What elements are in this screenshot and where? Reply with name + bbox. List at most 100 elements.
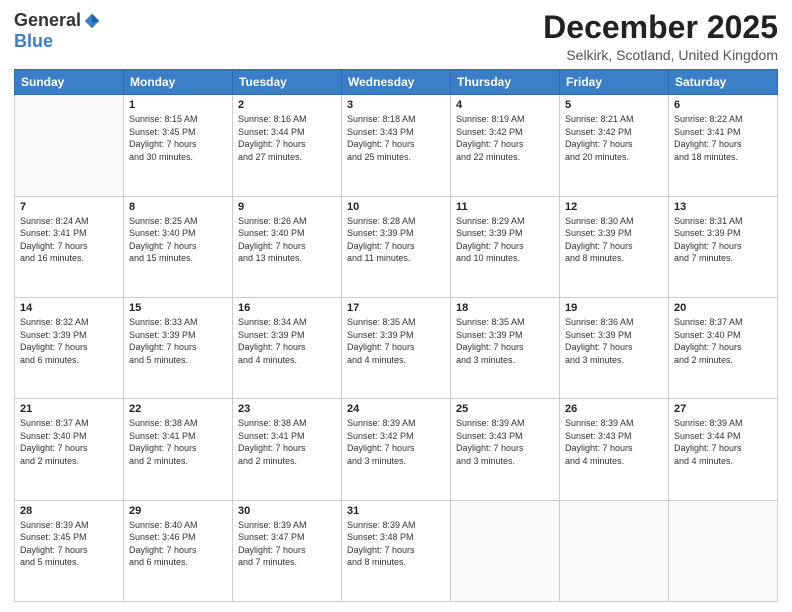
day-cell: 13 Sunrise: 8:31 AMSunset: 3:39 PMDayligh… [669,196,778,297]
day-cell: 12 Sunrise: 8:30 AMSunset: 3:39 PMDayligh… [560,196,669,297]
header-friday: Friday [560,70,669,95]
day-cell: 7 Sunrise: 8:24 AMSunset: 3:41 PMDaylight… [15,196,124,297]
day-number: 5 [565,99,663,111]
day-cell: 8 Sunrise: 8:25 AMSunset: 3:40 PMDaylight… [124,196,233,297]
day-info: Sunrise: 8:34 AMSunset: 3:39 PMDaylight:… [238,316,336,366]
day-cell: 26 Sunrise: 8:39 AMSunset: 3:43 PMDayligh… [560,399,669,500]
day-cell: 23Sunrise: 8:38 AMSunset: 3:41 PMDayligh… [233,399,342,500]
day-cell: 9Sunrise: 8:26 AMSunset: 3:40 PMDaylight… [233,196,342,297]
day-cell: 1 Sunrise: 8:15 AMSunset: 3:45 PMDaylight… [124,95,233,196]
day-cell: 30Sunrise: 8:39 AMSunset: 3:47 PMDayligh… [233,500,342,601]
day-number: 16 [238,302,336,314]
day-cell: 31 Sunrise: 8:39 AMSunset: 3:48 PMDayligh… [342,500,451,601]
day-number: 25 [456,403,554,415]
day-info: Sunrise: 8:39 AMSunset: 3:48 PMDaylight:… [347,519,445,569]
header: General Blue December 2025 Selkirk, Scot… [14,10,778,63]
day-number: 29 [129,505,227,517]
day-cell: 27Sunrise: 8:39 AMSunset: 3:44 PMDayligh… [669,399,778,500]
day-cell: 28 Sunrise: 8:39 AMSunset: 3:45 PMDayligh… [15,500,124,601]
day-cell: 20 Sunrise: 8:37 AMSunset: 3:40 PMDayligh… [669,297,778,398]
day-cell: 18Sunrise: 8:35 AMSunset: 3:39 PMDayligh… [451,297,560,398]
day-cell: 11Sunrise: 8:29 AMSunset: 3:39 PMDayligh… [451,196,560,297]
header-wednesday: Wednesday [342,70,451,95]
day-cell: 22 Sunrise: 8:38 AMSunset: 3:41 PMDayligh… [124,399,233,500]
day-number: 10 [347,201,445,213]
day-number: 8 [129,201,227,213]
day-number: 6 [674,99,772,111]
day-info: Sunrise: 8:21 AMSunset: 3:42 PMDaylight:… [565,113,663,163]
day-cell [669,500,778,601]
day-info: Sunrise: 8:18 AMSunset: 3:43 PMDaylight:… [347,113,445,163]
day-info: Sunrise: 8:30 AMSunset: 3:39 PMDaylight:… [565,215,663,265]
day-info: Sunrise: 8:31 AMSunset: 3:39 PMDaylight:… [674,215,772,265]
day-number: 28 [20,505,118,517]
day-cell: 15 Sunrise: 8:33 AMSunset: 3:39 PMDayligh… [124,297,233,398]
calendar-table: Sunday Monday Tuesday Wednesday Thursday… [14,69,778,602]
day-number: 1 [129,99,227,111]
day-cell: 17 Sunrise: 8:35 AMSunset: 3:39 PMDayligh… [342,297,451,398]
day-info: Sunrise: 8:22 AMSunset: 3:41 PMDaylight:… [674,113,772,163]
week-row-1: 1 Sunrise: 8:15 AMSunset: 3:45 PMDaylight… [15,95,778,196]
week-row-3: 14Sunrise: 8:32 AMSunset: 3:39 PMDayligh… [15,297,778,398]
day-number: 11 [456,201,554,213]
header-saturday: Saturday [669,70,778,95]
page: General Blue December 2025 Selkirk, Scot… [0,0,792,612]
day-cell: 19 Sunrise: 8:36 AMSunset: 3:39 PMDayligh… [560,297,669,398]
day-cell: 29 Sunrise: 8:40 AMSunset: 3:46 PMDayligh… [124,500,233,601]
day-number: 9 [238,201,336,213]
day-number: 4 [456,99,554,111]
day-number: 13 [674,201,772,213]
day-cell: 2Sunrise: 8:16 AMSunset: 3:44 PMDaylight… [233,95,342,196]
header-sunday: Sunday [15,70,124,95]
day-cell [560,500,669,601]
header-monday: Monday [124,70,233,95]
day-number: 12 [565,201,663,213]
day-info: Sunrise: 8:39 AMSunset: 3:45 PMDaylight:… [20,519,118,569]
day-info: Sunrise: 8:24 AMSunset: 3:41 PMDaylight:… [20,215,118,265]
day-number: 21 [20,403,118,415]
day-number: 19 [565,302,663,314]
day-info: Sunrise: 8:25 AMSunset: 3:40 PMDaylight:… [129,215,227,265]
day-number: 22 [129,403,227,415]
day-info: Sunrise: 8:36 AMSunset: 3:39 PMDaylight:… [565,316,663,366]
week-row-2: 7 Sunrise: 8:24 AMSunset: 3:41 PMDaylight… [15,196,778,297]
day-cell [451,500,560,601]
day-cell: 4Sunrise: 8:19 AMSunset: 3:42 PMDaylight… [451,95,560,196]
day-info: Sunrise: 8:39 AMSunset: 3:43 PMDaylight:… [565,417,663,467]
day-info: Sunrise: 8:35 AMSunset: 3:39 PMDaylight:… [456,316,554,366]
day-number: 17 [347,302,445,314]
logo-general-text: General [14,10,81,31]
day-info: Sunrise: 8:15 AMSunset: 3:45 PMDaylight:… [129,113,227,163]
day-cell: 5 Sunrise: 8:21 AMSunset: 3:42 PMDaylight… [560,95,669,196]
day-number: 14 [20,302,118,314]
day-info: Sunrise: 8:35 AMSunset: 3:39 PMDaylight:… [347,316,445,366]
title-block: December 2025 Selkirk, Scotland, United … [543,10,778,63]
day-cell: 6 Sunrise: 8:22 AMSunset: 3:41 PMDaylight… [669,95,778,196]
day-number: 23 [238,403,336,415]
logo: General Blue [14,10,101,52]
day-info: Sunrise: 8:40 AMSunset: 3:46 PMDaylight:… [129,519,227,569]
day-info: Sunrise: 8:37 AMSunset: 3:40 PMDaylight:… [674,316,772,366]
day-number: 15 [129,302,227,314]
day-number: 3 [347,99,445,111]
day-number: 20 [674,302,772,314]
logo-icon [83,12,101,30]
day-number: 31 [347,505,445,517]
month-title: December 2025 [543,10,778,45]
day-cell: 14Sunrise: 8:32 AMSunset: 3:39 PMDayligh… [15,297,124,398]
day-info: Sunrise: 8:33 AMSunset: 3:39 PMDaylight:… [129,316,227,366]
day-cell: 10Sunrise: 8:28 AMSunset: 3:39 PMDayligh… [342,196,451,297]
logo-blue-text: Blue [14,31,53,51]
day-number: 26 [565,403,663,415]
day-cell: 3 Sunrise: 8:18 AMSunset: 3:43 PMDaylight… [342,95,451,196]
location-text: Selkirk, Scotland, United Kingdom [543,47,778,63]
day-number: 7 [20,201,118,213]
header-tuesday: Tuesday [233,70,342,95]
day-cell: 25Sunrise: 8:39 AMSunset: 3:43 PMDayligh… [451,399,560,500]
header-thursday: Thursday [451,70,560,95]
day-cell: 16 Sunrise: 8:34 AMSunset: 3:39 PMDayligh… [233,297,342,398]
day-number: 30 [238,505,336,517]
day-number: 2 [238,99,336,111]
day-info: Sunrise: 8:38 AMSunset: 3:41 PMDaylight:… [129,417,227,467]
day-info: Sunrise: 8:37 AMSunset: 3:40 PMDaylight:… [20,417,118,467]
